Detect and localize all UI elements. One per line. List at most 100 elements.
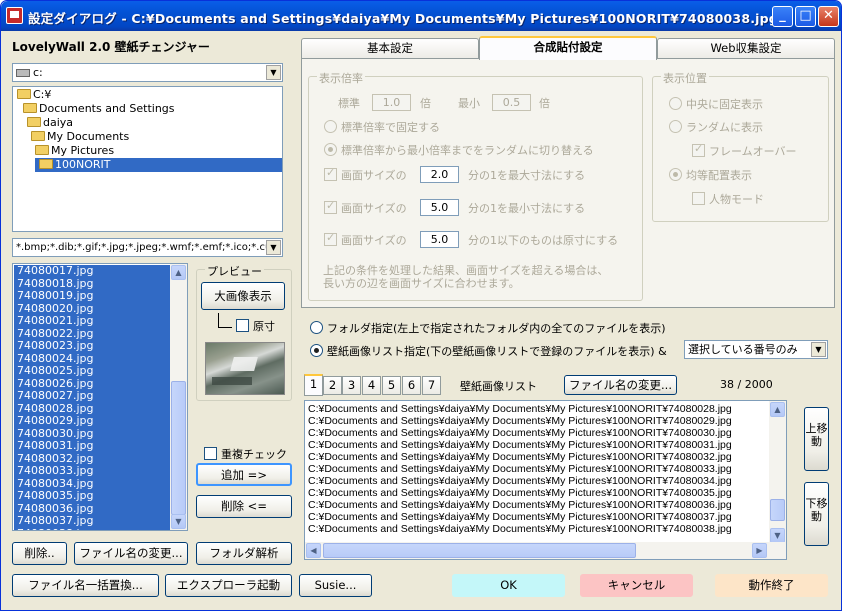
- reg-list-vscrollbar[interactable]: ▲ ▼: [769, 401, 786, 544]
- wallpaper-list-item[interactable]: C:¥Documents and Settings¥daiya¥My Docum…: [305, 499, 770, 511]
- wallpaper-list-item[interactable]: C:¥Documents and Settings¥daiya¥My Docum…: [305, 439, 770, 451]
- wallpaper-list-item[interactable]: C:¥Documents and Settings¥daiya¥My Docum…: [305, 475, 770, 487]
- wallpaper-image-list[interactable]: C:¥Documents and Settings¥daiya¥My Docum…: [304, 400, 787, 560]
- folder-analyze-button[interactable]: フォルダ解析: [196, 542, 292, 565]
- tree-item-root[interactable]: C:¥: [17, 88, 51, 102]
- cancel-button[interactable]: キャンセル: [580, 574, 693, 597]
- file-list-item[interactable]: 74080037.jpg: [14, 514, 172, 528]
- large-image-button[interactable]: 大画像表示: [201, 282, 285, 310]
- folder-tree[interactable]: C:¥ Documents and Settings daiya My Docu…: [12, 86, 283, 232]
- list-mode-radio[interactable]: 壁紙画像リスト指定(下の壁紙画像リストで登録のファイルを表示) &: [310, 343, 667, 359]
- tree-item-my-pictures[interactable]: My Pictures: [35, 144, 114, 158]
- scroll-down-icon[interactable]: ▼: [171, 514, 186, 529]
- chevron-down-icon[interactable]: ▼: [811, 342, 826, 357]
- file-filter-select[interactable]: *.bmp;*.dib;*.gif;*.jpg;*.jpeg;*.wmf;*.e…: [12, 238, 283, 257]
- list-tab-6[interactable]: 6: [402, 376, 421, 395]
- wallpaper-list-item[interactable]: C:¥Documents and Settings¥daiya¥My Docum…: [305, 463, 770, 475]
- file-list-item[interactable]: 74080038.jpg: [14, 527, 172, 530]
- remove-button[interactable]: 削除 <=: [196, 495, 292, 518]
- title-bar[interactable]: 設定ダイアログ - C:¥Documents and Settings¥daiy…: [1, 1, 841, 31]
- tree-item-daiya[interactable]: daiya: [27, 116, 73, 130]
- frame-over-checkbox[interactable]: フレームオーバー: [692, 142, 797, 159]
- wallpaper-list-item[interactable]: C:¥Documents and Settings¥daiya¥My Docum…: [305, 415, 770, 427]
- original-size-checkbox[interactable]: 原寸: [236, 318, 275, 334]
- duplicate-check-checkbox[interactable]: 重複チェック: [204, 446, 287, 462]
- list-mode-select[interactable]: 選択している番号のみ ▼: [684, 340, 828, 359]
- scroll-thumb[interactable]: [171, 381, 186, 515]
- delete-button[interactable]: 削除..: [12, 542, 67, 565]
- file-list-item[interactable]: 74080035.jpg: [14, 489, 172, 503]
- person-mode-checkbox[interactable]: 人物モード: [692, 191, 764, 207]
- wallpaper-list-item[interactable]: C:¥Documents and Settings¥daiya¥My Docum…: [305, 523, 770, 535]
- file-list-item[interactable]: 74080025.jpg: [14, 364, 172, 378]
- min-scale-input[interactable]: 0.5: [492, 94, 531, 111]
- standard-scale-input[interactable]: 1.0: [372, 94, 411, 111]
- susie-button[interactable]: Susie...: [299, 574, 372, 597]
- tree-item-my-documents[interactable]: My Documents: [31, 130, 129, 144]
- tab-composite-settings[interactable]: 合成貼付設定: [479, 36, 657, 60]
- chevron-down-icon[interactable]: ▼: [266, 65, 281, 80]
- random-position-radio[interactable]: ランダムに表示: [669, 119, 763, 135]
- tab-basic-settings[interactable]: 基本設定: [301, 38, 479, 59]
- max-size-input[interactable]: 2.0: [420, 166, 459, 183]
- list-tab-2[interactable]: 2: [323, 376, 342, 395]
- list-tab-5[interactable]: 5: [382, 376, 401, 395]
- original-threshold-checkbox[interactable]: 画面サイズの: [324, 231, 407, 248]
- min-size-input[interactable]: 5.0: [420, 199, 459, 216]
- wallpaper-list-item[interactable]: C:¥Documents and Settings¥daiya¥My Docum…: [305, 511, 770, 523]
- scroll-down-icon[interactable]: ▼: [770, 528, 785, 543]
- move-down-button[interactable]: 下移動: [804, 482, 829, 546]
- list-tab-1[interactable]: 1: [304, 374, 323, 396]
- wallpaper-list-item[interactable]: C:¥Documents and Settings¥daiya¥My Docum…: [305, 451, 770, 463]
- file-list-item[interactable]: 74080027.jpg: [14, 389, 172, 403]
- drive-select[interactable]: c: ▼: [12, 63, 283, 82]
- tree-item-100norit[interactable]: 100NORIT: [35, 158, 282, 172]
- reg-list-hscrollbar[interactable]: ◀ ▶: [305, 542, 786, 559]
- minimize-button[interactable]: _: [772, 6, 793, 27]
- scroll-up-icon[interactable]: ▲: [770, 402, 785, 417]
- max-size-checkbox[interactable]: 画面サイズの: [324, 166, 407, 183]
- list-rename-button[interactable]: ファイル名の変更...: [564, 375, 677, 395]
- file-list-item[interactable]: 74080019.jpg: [14, 289, 172, 303]
- scroll-right-icon[interactable]: ▶: [752, 543, 767, 558]
- file-list-item[interactable]: 74080033.jpg: [14, 464, 172, 478]
- even-position-radio[interactable]: 均等配置表示: [669, 167, 752, 183]
- tree-item-documents-settings[interactable]: Documents and Settings: [23, 102, 175, 116]
- list-tab-3[interactable]: 3: [342, 376, 361, 395]
- chevron-down-icon[interactable]: ▼: [266, 240, 281, 255]
- add-button[interactable]: 追加 =>: [196, 463, 292, 486]
- file-list-item[interactable]: 74080031.jpg: [14, 439, 172, 453]
- wallpaper-list-item[interactable]: C:¥Documents and Settings¥daiya¥My Docum…: [305, 427, 770, 439]
- wallpaper-list-item[interactable]: C:¥Documents and Settings¥daiya¥My Docum…: [305, 403, 770, 415]
- scroll-left-icon[interactable]: ◀: [306, 543, 321, 558]
- original-threshold-input[interactable]: 5.0: [420, 231, 459, 248]
- scroll-thumb[interactable]: [770, 499, 785, 521]
- file-list-item[interactable]: 74080029.jpg: [14, 414, 172, 428]
- file-list-item[interactable]: 74080017.jpg: [14, 264, 172, 278]
- scroll-up-icon[interactable]: ▲: [171, 265, 186, 280]
- random-scale-radio[interactable]: 標準倍率から最小倍率までをランダムに切り替える: [324, 142, 594, 158]
- tab-web-settings[interactable]: Web収集設定: [657, 38, 835, 59]
- folder-mode-radio[interactable]: フォルダ指定(左上で指定されたフォルダ内の全てのファイルを表示): [310, 320, 666, 336]
- min-size-checkbox[interactable]: 画面サイズの: [324, 199, 407, 216]
- list-tab-4[interactable]: 4: [362, 376, 381, 395]
- batch-rename-button[interactable]: ファイル名一括置換...: [12, 574, 159, 597]
- rename-file-button[interactable]: ファイル名の変更...: [74, 542, 188, 565]
- close-button[interactable]: ✕: [818, 6, 839, 27]
- center-position-radio[interactable]: 中央に固定表示: [669, 96, 763, 112]
- ok-button[interactable]: OK: [452, 574, 565, 597]
- move-up-button[interactable]: 上移動: [804, 407, 829, 471]
- explorer-button[interactable]: エクスプローラ起動: [165, 574, 292, 597]
- list-tab-7[interactable]: 7: [422, 376, 441, 395]
- wallpaper-list-item[interactable]: C:¥Documents and Settings¥daiya¥My Docum…: [305, 487, 770, 499]
- file-list-scrollbar[interactable]: ▲ ▼: [170, 264, 187, 530]
- person-mode-label: 人物モード: [709, 193, 764, 206]
- original-threshold-label: 分の1以下のものは原寸にする: [468, 234, 619, 247]
- fixed-scale-radio[interactable]: 標準倍率で固定する: [324, 119, 440, 135]
- file-list[interactable]: 74080017.jpg 74080018.jpg 74080019.jpg 7408…: [12, 263, 188, 531]
- exit-button[interactable]: 動作終了: [715, 574, 828, 597]
- file-list-item[interactable]: 74080023.jpg: [14, 339, 172, 353]
- file-list-item[interactable]: 74080021.jpg: [14, 314, 172, 328]
- hscroll-thumb[interactable]: [323, 543, 636, 558]
- maximize-button[interactable]: □: [795, 6, 816, 27]
